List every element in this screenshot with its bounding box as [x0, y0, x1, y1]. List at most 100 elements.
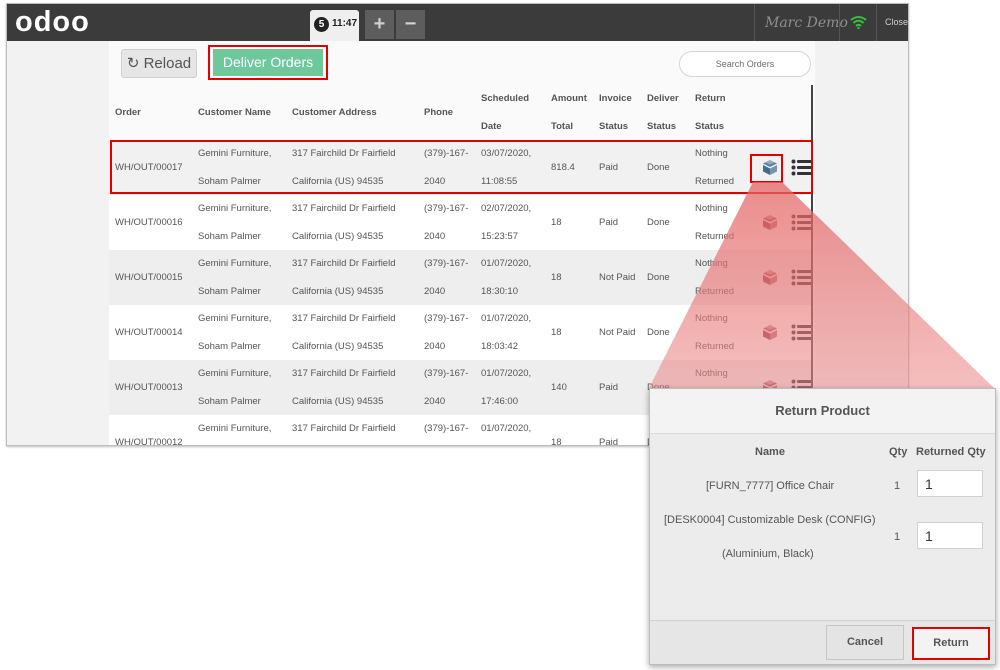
cell-name-1: Gemini Furniture, — [198, 203, 272, 214]
cell-phone-2: 2040 — [424, 286, 446, 297]
cell-date-2: 18:03:42 — [481, 341, 518, 352]
table-row[interactable]: WH/OUT/00014 Gemini Furniture, Soham Palme… — [109, 305, 813, 360]
col-phone: Phone — [424, 107, 454, 118]
cell-name-1: Gemini Furniture, — [198, 313, 272, 324]
cell-invoice: Paid — [599, 437, 619, 446]
cell-order: WH/OUT/00012 — [115, 437, 183, 446]
cell-addr-2: California (US) 94535 — [292, 396, 384, 407]
cell-name-1: Gemini Furniture, — [198, 423, 272, 434]
cell-amount: 18 — [551, 327, 562, 338]
cell-deliver: Done — [647, 327, 670, 338]
cell-addr-1: 317 Fairchild Dr Fairfield — [292, 258, 396, 269]
returned-qty-input[interactable]: 1 — [917, 470, 983, 497]
return-product-popup: Return Product Name Qty Returned Qty [FU… — [649, 388, 996, 665]
cell-phone-2: 2040 — [424, 443, 445, 445]
cell-addr-1: 317 Fairchild Dr Fairfield — [292, 313, 396, 324]
return-icon-highlight — [750, 154, 783, 183]
cell-ret-1: Nothing — [695, 368, 728, 379]
return-box-icon[interactable] — [761, 268, 779, 286]
popup-header: Return Product — [650, 389, 995, 434]
table-row[interactable]: WH/OUT/00016 Gemini Furniture, Soham Palme… — [109, 195, 813, 250]
cell-addr-2: California (US) 94535 — [292, 341, 384, 352]
cell-addr-2: California (US) 94535 — [292, 286, 384, 297]
cell-date-1: 02/07/2020, — [481, 203, 532, 214]
col-return-2: Status — [695, 121, 725, 132]
deliver-orders-highlight — [208, 45, 328, 80]
search-placeholder: Search Orders — [715, 59, 775, 69]
popup-col-qty: Qty — [889, 446, 908, 458]
cell-date-1: 01/07/2020, — [481, 313, 532, 324]
add-order-button[interactable]: + — [365, 10, 394, 39]
cell-ret-2: Returned — [695, 341, 735, 352]
cell-amount: 18 — [551, 272, 562, 283]
cell-phone-1: (379)-167- — [424, 203, 469, 214]
details-list-icon[interactable] — [791, 268, 813, 286]
col-invoice-1: Invoice — [599, 93, 632, 104]
details-list-icon[interactable] — [791, 213, 813, 231]
cell-name-1: Gemini Furniture, — [198, 368, 272, 379]
table-row[interactable]: WH/OUT/00015 Gemini Furniture, Soham Palme… — [109, 250, 813, 305]
cell-deliver: Done — [647, 217, 670, 228]
details-list-icon[interactable] — [791, 323, 813, 341]
cell-name-2: Soham Palmer — [198, 286, 261, 297]
cell-ret-1: Nothing — [695, 258, 728, 269]
cell-ret-1: Nothing — [695, 203, 728, 214]
order-time: 11:47 — [332, 18, 358, 29]
cell-addr-1: 317 Fairchild Dr Fairfield — [292, 423, 396, 434]
col-scheduled-2: Date — [481, 121, 502, 132]
cell-ret-2: Returned — [695, 231, 735, 242]
cell-invoice: Paid — [599, 217, 619, 228]
col-deliver-2: Status — [647, 121, 677, 132]
cell-name-1: Gemini Furniture, — [198, 258, 272, 269]
cell-date-2: 18:30:10 — [481, 286, 518, 297]
cell-phone-2: 2040 — [424, 341, 446, 352]
cell-addr-1: 317 Fairchild Dr Fairfield — [292, 368, 396, 379]
return-box-icon[interactable] — [761, 323, 779, 341]
col-return-1: Return — [695, 93, 726, 104]
order-tab[interactable]: 5 11:47 — [310, 10, 359, 41]
cell-name-2: Soham Palmer — [198, 341, 261, 352]
return-box-icon[interactable] — [761, 213, 779, 231]
col-scheduled-1: Scheduled — [481, 93, 530, 104]
cell-amount: 18 — [551, 217, 562, 228]
cell-amount: 18 — [551, 437, 562, 446]
popup-line-name: [FURN_7777] Office Chair — [706, 480, 835, 492]
cell-phone-2: 2040 — [424, 231, 446, 242]
cell-phone-1: (379)-167- — [424, 258, 469, 269]
col-invoice-2: Status — [599, 121, 629, 132]
popup-line-qty: 1 — [894, 531, 901, 543]
top-bar: odoo 5 11:47 + − Marc Demo Close — [7, 4, 908, 41]
remove-order-button[interactable]: − — [396, 10, 425, 39]
cell-order: WH/OUT/00016 — [115, 217, 183, 228]
cancel-button[interactable]: Cancel — [826, 625, 904, 660]
cell-addr-2: California (US) 94535 — [292, 443, 383, 445]
cell-phone-1: (379)-167- — [424, 313, 469, 324]
cell-amount: 140 — [551, 382, 567, 393]
cell-phone-2: 2040 — [424, 396, 446, 407]
wifi-icon — [850, 16, 867, 29]
cell-name-2: Soham Palmer — [198, 443, 261, 445]
popup-line-name: [DESK0004] Customizable Desk (CONFIG) — [664, 514, 876, 526]
reload-label: Reload — [143, 55, 192, 72]
table-header: Order Customer Name Customer Address Pho… — [109, 85, 813, 140]
cell-phone-1: (379)-167- — [424, 368, 469, 379]
return-button[interactable]: Return — [912, 627, 990, 660]
cell-name-2: Soham Palmer — [198, 396, 261, 407]
close-button[interactable]: Close — [885, 17, 908, 27]
popup-line-qty: 1 — [894, 480, 901, 492]
popup-col-name: Name — [755, 446, 785, 458]
cell-ret-2: Returned — [695, 286, 735, 297]
topbar-divider — [876, 4, 877, 41]
search-orders-input[interactable]: Search Orders — [679, 51, 811, 77]
reload-button[interactable]: ↻ Reload — [121, 49, 197, 78]
cell-invoice: Paid — [599, 382, 619, 393]
popup-col-returned-qty: Returned Qty — [916, 446, 986, 458]
col-deliver-1: Deliver — [647, 93, 679, 104]
col-amount-1: Amount — [551, 93, 587, 104]
returned-qty-input[interactable]: 1 — [917, 522, 983, 549]
col-amount-2: Total — [551, 121, 573, 132]
topbar-divider — [839, 4, 840, 41]
popup-line-variant: (Aluminium, Black) — [722, 548, 814, 560]
cell-order: WH/OUT/00014 — [115, 327, 183, 338]
cell-name-2: Soham Palmer — [198, 231, 261, 242]
